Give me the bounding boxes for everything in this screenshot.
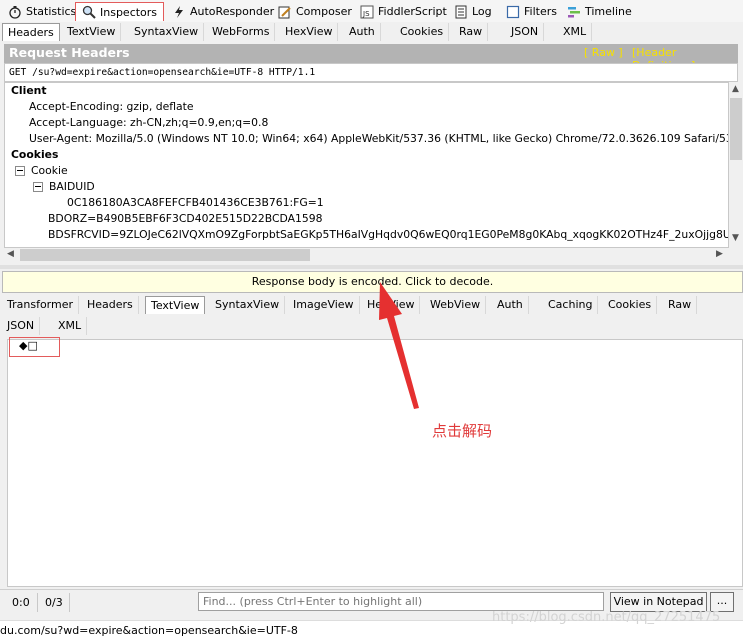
highlight-annotation-box xyxy=(9,337,60,357)
tree-group-cookies: Cookies xyxy=(11,148,59,161)
header-accept-encoding: Accept-Encoding: gzip, deflate xyxy=(29,100,194,113)
annotation-arrow xyxy=(379,282,419,409)
response-tab-xml[interactable]: XML xyxy=(53,317,88,335)
cookie-bdsfrcvid: BDSFRCVID=9ZLOJeC62lVQXmO9ZgForpbtSaEGKp… xyxy=(48,228,729,241)
more-options-button[interactable]: ... xyxy=(710,592,734,612)
tab-label: Timeline xyxy=(585,5,632,18)
response-tab-auth[interactable]: Auth xyxy=(492,296,529,314)
log-icon xyxy=(455,5,467,18)
svg-text:JS: JS xyxy=(362,10,370,18)
tab-log[interactable]: Log xyxy=(448,2,498,21)
scroll-thumb[interactable] xyxy=(20,249,310,261)
cursor-position: 0:0 xyxy=(12,596,30,609)
response-tab-caching[interactable]: Caching xyxy=(543,296,599,314)
tab-label: FiddlerScript xyxy=(378,5,447,18)
request-tab-textview[interactable]: TextView xyxy=(62,23,122,41)
request-tab-syntaxview[interactable]: SyntaxView xyxy=(129,23,205,41)
watermark: https://blog.csdn.net/qq_27251475 xyxy=(492,610,721,625)
tab-label: Filters xyxy=(524,5,557,18)
annotation-label: 点击解码 xyxy=(432,422,493,440)
main-tab-bar: Statistics Inspectors AutoResponder Comp… xyxy=(0,0,743,23)
cookie-bdorz: BDORZ=B490B5EBF6F3CD402E515D22BCDA1598 xyxy=(48,212,323,225)
tab-timeline[interactable]: Timeline xyxy=(561,2,638,21)
tab-inspectors[interactable]: Inspectors xyxy=(75,2,165,21)
header-tree[interactable]: Client Accept-Encoding: gzip, deflate Ac… xyxy=(4,82,729,248)
cookie-baiduid-value: 0C186180A3CA8FEFCFB401436CE3B761:FG=1 xyxy=(67,196,324,209)
scroll-left-icon[interactable]: ◀ xyxy=(7,249,14,259)
tab-filters[interactable]: Filters xyxy=(500,2,563,21)
tree-node-baiduid[interactable]: BAIDUID xyxy=(33,180,95,193)
tab-statistics[interactable]: Statistics xyxy=(2,2,82,21)
tab-fiddlerscript[interactable]: JS FiddlerScript xyxy=(354,2,453,21)
response-tab-webview[interactable]: WebView xyxy=(425,296,487,314)
tree-group-client: Client xyxy=(11,84,47,97)
tab-label: Statistics xyxy=(26,5,77,18)
request-line: GET /su?wd=expire&action=opensearch&ie=U… xyxy=(4,63,738,82)
scroll-right-icon[interactable]: ▶ xyxy=(716,249,723,259)
request-headers-bar: Request Headers [ Raw ] [Header Definiti… xyxy=(4,44,738,72)
find-input[interactable] xyxy=(198,592,604,611)
request-headers-title: Request Headers xyxy=(9,45,130,60)
request-tab-webforms[interactable]: WebForms xyxy=(207,23,276,41)
response-tab-headers[interactable]: Headers xyxy=(82,296,139,314)
tree-node-label: BAIDUID xyxy=(49,180,95,193)
checkbox-icon xyxy=(506,5,520,18)
status-divider xyxy=(37,593,38,612)
raw-link[interactable]: [ Raw ] xyxy=(584,46,623,59)
response-tab-imageview[interactable]: ImageView xyxy=(288,296,360,314)
collapse-icon[interactable] xyxy=(33,182,43,192)
response-tab-transformer[interactable]: Transformer xyxy=(2,296,80,314)
tab-label: AutoResponder xyxy=(190,5,275,18)
stopwatch-icon xyxy=(9,5,21,19)
response-tab-json[interactable]: JSON xyxy=(2,317,41,335)
response-tab-syntaxview[interactable]: SyntaxView xyxy=(210,296,286,314)
header-accept-language: Accept-Language: zh-CN,zh;q=0.9,en;q=0.8 xyxy=(29,116,269,129)
timeline-icon xyxy=(568,6,580,17)
request-tab-auth[interactable]: Auth xyxy=(344,23,381,41)
request-tab-raw[interactable]: Raw xyxy=(454,23,489,41)
match-count: 0/3 xyxy=(45,596,63,609)
request-tab-xml[interactable]: XML xyxy=(558,23,593,41)
response-tab-cookies[interactable]: Cookies xyxy=(603,296,658,314)
scroll-thumb[interactable] xyxy=(730,98,742,160)
tab-composer[interactable]: Composer xyxy=(272,2,358,21)
request-tab-headers[interactable]: Headers xyxy=(2,23,60,41)
scroll-up-icon[interactable]: ▲ xyxy=(732,84,739,94)
lightning-icon xyxy=(175,5,183,18)
request-tab-bar: Headers TextView SyntaxView WebForms Hex… xyxy=(0,22,743,42)
magnifier-icon xyxy=(82,5,96,19)
status-divider xyxy=(69,593,70,612)
collapse-icon[interactable] xyxy=(15,166,25,176)
tab-label: Composer xyxy=(296,5,352,18)
header-user-agent: User-Agent: Mozilla/5.0 (Windows NT 10.0… xyxy=(29,132,729,145)
scroll-down-icon[interactable]: ▼ xyxy=(732,233,739,243)
response-tab-textview[interactable]: TextView xyxy=(145,296,206,314)
pane-splitter[interactable] xyxy=(0,265,743,269)
tab-label: Log xyxy=(472,5,492,18)
view-in-notepad-button[interactable]: View in Notepad xyxy=(610,592,707,612)
pencil-icon xyxy=(278,6,291,18)
request-tab-json[interactable]: JSON xyxy=(506,23,545,41)
request-tab-hexview[interactable]: HexView xyxy=(280,23,339,41)
request-tab-cookies[interactable]: Cookies xyxy=(395,23,450,41)
response-tab-raw[interactable]: Raw xyxy=(663,296,698,314)
tree-horizontal-scrollbar[interactable]: ◀ ▶ xyxy=(4,248,729,262)
tab-label: Inspectors xyxy=(100,5,158,19)
tree-node-cookie[interactable]: Cookie xyxy=(15,164,68,177)
js-icon: JS xyxy=(360,5,374,18)
tab-autoresponder[interactable]: AutoResponder xyxy=(166,2,280,21)
tree-node-label: Cookie xyxy=(31,164,68,177)
tree-vertical-scrollbar[interactable]: ▲ ▼ xyxy=(729,82,743,248)
